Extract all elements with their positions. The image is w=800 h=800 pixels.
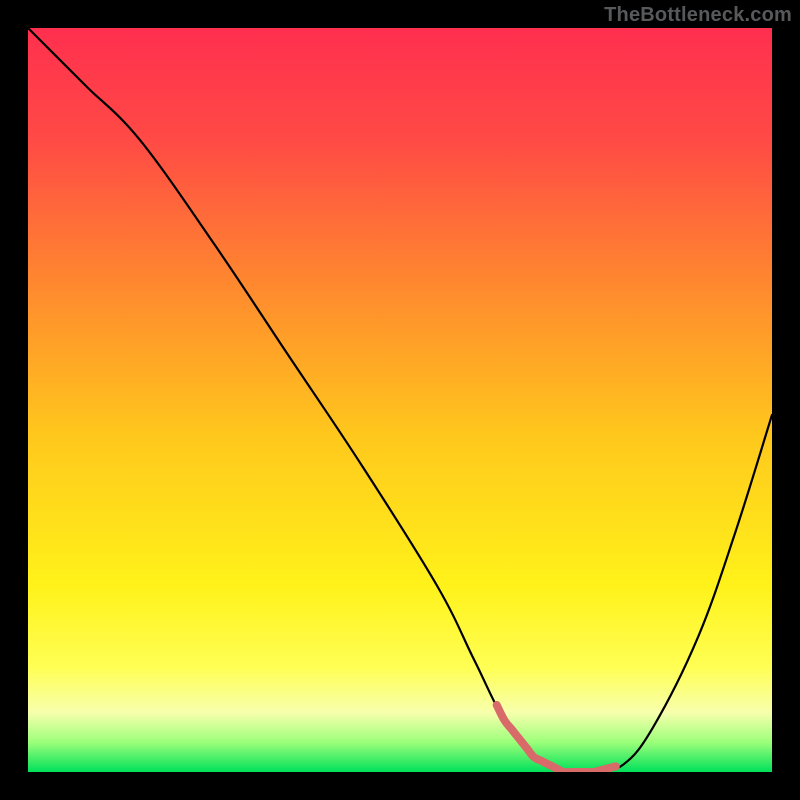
plot-area <box>28 28 772 772</box>
chart-frame: TheBottleneck.com <box>0 0 800 800</box>
curve-highlight <box>497 705 616 772</box>
watermark-text: TheBottleneck.com <box>604 4 792 27</box>
chart-curve <box>28 28 772 772</box>
curve-path <box>28 28 772 772</box>
